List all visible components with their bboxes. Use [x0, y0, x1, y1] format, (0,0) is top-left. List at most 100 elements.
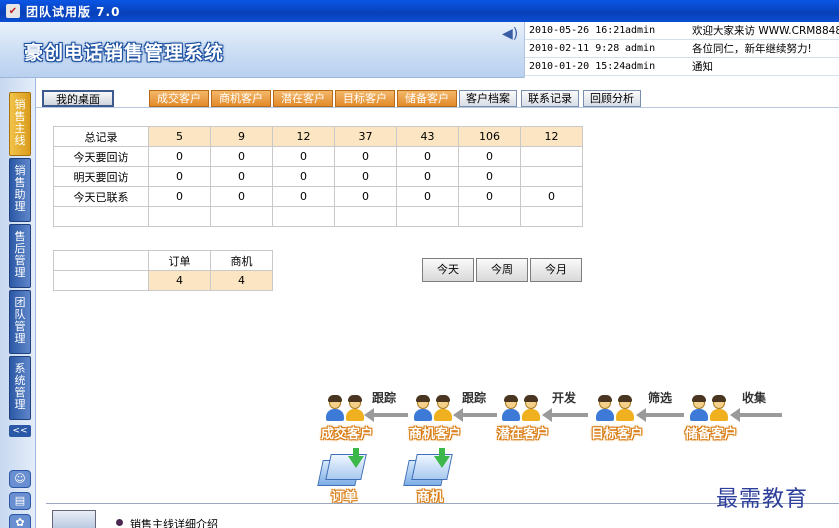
- side-tab-after-sales[interactable]: 售后管理: [9, 224, 31, 288]
- tab-customer-files[interactable]: 客户档案: [459, 90, 517, 107]
- empty-cell: [148, 206, 211, 227]
- stat-cell[interactable]: 37: [334, 126, 397, 147]
- column-header: 商机: [210, 250, 273, 271]
- flow-arrow-label: 跟踪: [462, 391, 487, 405]
- tab-opportunity-customers[interactable]: 商机客户: [211, 90, 271, 107]
- stat-cell[interactable]: 0: [458, 146, 521, 167]
- flow-arrow-label: 收集: [742, 391, 767, 405]
- stat-cell[interactable]: 9: [210, 126, 273, 147]
- empty-cell: [334, 206, 397, 227]
- tab-potential-customers[interactable]: 潜在客户: [273, 90, 333, 107]
- side-nav: 销售主线 销售助理 售后管理 团队管理 系统管理 << ☺ ▤ ✿: [0, 78, 36, 528]
- tab-my-desktop[interactable]: 我的桌面: [42, 90, 114, 107]
- collapse-sidebar-button[interactable]: <<: [9, 425, 31, 437]
- stat-cell[interactable]: 0: [272, 186, 335, 207]
- flow-node-label: 成交客户: [320, 427, 373, 442]
- stat-cell[interactable]: 12: [272, 126, 335, 147]
- side-tab-label: 团队管理: [14, 296, 26, 345]
- settings-icon[interactable]: ✿: [9, 514, 31, 528]
- stat-cell[interactable]: 0: [458, 186, 521, 207]
- tab-closed-customers[interactable]: 成交客户: [149, 90, 209, 107]
- stat-cell[interactable]: 0: [210, 146, 273, 167]
- notice-datetime: 2010-05-26 16:21: [529, 25, 626, 36]
- stat-cell[interactable]: 0: [396, 186, 459, 207]
- empty-cell: [272, 206, 335, 227]
- empty-cell: [520, 206, 583, 227]
- notice-datetime: 2010-01-20 15:24: [529, 61, 626, 72]
- stat-cell[interactable]: 0: [520, 186, 583, 207]
- side-tab-label: 销售主线: [14, 98, 26, 147]
- stat-cell[interactable]: [520, 166, 583, 187]
- stat-cell[interactable]: 0: [396, 146, 459, 167]
- orders-link[interactable]: 订单: [316, 448, 372, 510]
- left-arrow-icon: [730, 408, 782, 422]
- stat-cell[interactable]: 0: [210, 166, 273, 187]
- notice-message[interactable]: 通知: [692, 59, 713, 74]
- notice-board: 2010-05-26 16:21 admin 欢迎大家来访 WWW.CRM884…: [524, 22, 839, 78]
- stat-cell[interactable]: 0: [458, 166, 521, 187]
- empty-cell: [53, 270, 149, 291]
- notice-message[interactable]: 欢迎大家来访 WWW.CRM8848.C: [692, 23, 839, 38]
- orders-table: 订单 商机 4 4: [53, 250, 273, 291]
- stat-cell[interactable]: 0: [148, 146, 211, 167]
- stat-cell[interactable]: 0: [396, 166, 459, 187]
- header: 豪创电话销售管理系统 ◀) 2010-05-26 16:21 admin 欢迎大…: [0, 22, 839, 78]
- stat-cell[interactable]: 0: [272, 166, 335, 187]
- stat-cell[interactable]: 0: [334, 186, 397, 207]
- stat-cell[interactable]: 0: [210, 186, 273, 207]
- notice-datetime: 2010-02-11 9:28: [529, 43, 620, 54]
- tab-contact-records[interactable]: 联系记录: [521, 90, 579, 107]
- side-tab-label: 销售助理: [14, 164, 26, 213]
- tab-reserve-customers[interactable]: 储备客户: [397, 90, 457, 107]
- flow-arrow-label: 跟踪: [372, 391, 397, 405]
- side-tab-system[interactable]: 系统管理: [9, 356, 31, 420]
- stat-cell[interactable]: 12: [520, 126, 583, 147]
- customers-icon: [498, 393, 544, 421]
- stat-cell[interactable]: [520, 146, 583, 167]
- this-week-button[interactable]: 今周: [476, 258, 528, 282]
- speaker-icon[interactable]: ◀): [502, 26, 518, 42]
- flow-arrow-label: 筛选: [648, 391, 673, 405]
- tab-review-analysis[interactable]: 回顾分析: [583, 90, 641, 107]
- row-label: 明天要回访: [53, 166, 149, 187]
- table-row: [53, 206, 583, 227]
- stat-cell[interactable]: 0: [272, 146, 335, 167]
- notice-item[interactable]: 2010-05-26 16:21 admin 欢迎大家来访 WWW.CRM884…: [525, 22, 839, 40]
- side-tab-sales-assistant[interactable]: 销售助理: [9, 158, 31, 222]
- empty-cell: [396, 206, 459, 227]
- left-arrow-icon: [542, 408, 588, 422]
- stat-cell[interactable]: 5: [148, 126, 211, 147]
- today-button[interactable]: 今天: [422, 258, 474, 282]
- title-bar: ✔ 团队试用版 7.0: [0, 0, 839, 22]
- stat-cell[interactable]: 106: [458, 126, 521, 147]
- side-tab-sales-main[interactable]: 销售主线: [9, 92, 31, 156]
- table-row: 明天要回访 0 0 0 0 0 0: [53, 166, 583, 187]
- side-tab-label: 售后管理: [14, 230, 26, 279]
- detail-link[interactable]: 销售主线详细介绍: [130, 516, 218, 528]
- customers-icon: [592, 393, 638, 421]
- flow-arrow-label: 开发: [552, 391, 577, 405]
- stat-cell[interactable]: 43: [396, 126, 459, 147]
- side-tab-team[interactable]: 团队管理: [9, 290, 31, 354]
- watermark-text: 最需教育: [716, 487, 809, 512]
- side-tab-label: 系统管理: [14, 362, 26, 411]
- print-icon[interactable]: ▤: [9, 492, 31, 510]
- stat-cell[interactable]: 0: [334, 166, 397, 187]
- customers-icon: [410, 393, 456, 421]
- table-row: 总记录 5 9 12 37 43 106 12: [53, 126, 583, 147]
- notice-item[interactable]: 2010-01-20 15:24 admin 通知: [525, 58, 839, 76]
- empty-cell: [53, 206, 149, 227]
- opportunities-link[interactable]: 商机: [402, 448, 458, 510]
- stat-cell[interactable]: 0: [148, 166, 211, 187]
- stat-cell[interactable]: 0: [148, 186, 211, 207]
- left-arrow-icon: [453, 408, 497, 422]
- stat-cell[interactable]: 0: [334, 146, 397, 167]
- empty-cell: [458, 206, 521, 227]
- this-month-button[interactable]: 今月: [530, 258, 582, 282]
- tab-target-customers[interactable]: 目标客户: [335, 90, 395, 107]
- notice-message[interactable]: 各位同仁，新年继续努力!: [692, 41, 812, 56]
- notice-item[interactable]: 2010-02-11 9:28 admin 各位同仁，新年继续努力!: [525, 40, 839, 58]
- user-icon[interactable]: ☺: [9, 470, 31, 488]
- order-count[interactable]: 4: [148, 270, 211, 291]
- opportunity-count[interactable]: 4: [210, 270, 273, 291]
